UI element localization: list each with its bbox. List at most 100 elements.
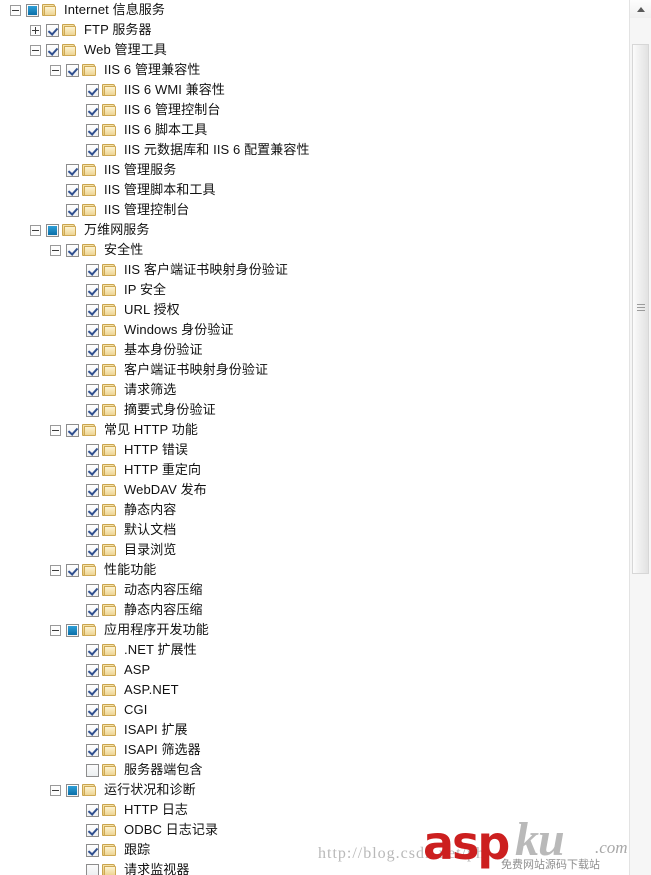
- tree-node[interactable]: 摘要式身份验证: [0, 400, 629, 420]
- tree-node[interactable]: ASP: [0, 660, 629, 680]
- tree-node[interactable]: ASP.NET: [0, 680, 629, 700]
- tree-node[interactable]: HTTP 日志: [0, 800, 629, 820]
- tree-node[interactable]: IIS 6 WMI 兼容性: [0, 80, 629, 100]
- checkbox-checked[interactable]: [86, 263, 99, 277]
- checkbox-checked[interactable]: [66, 203, 79, 217]
- tree-node[interactable]: IP 安全: [0, 280, 629, 300]
- checkbox-checked[interactable]: [86, 403, 99, 417]
- tree-node[interactable]: 请求筛选: [0, 380, 629, 400]
- tree-node[interactable]: IIS 6 管理兼容性: [0, 60, 629, 80]
- windows-features-tree-panel[interactable]: Internet 信息服务 FTP 服务器 Web 管理工具 IIS 6 管理兼容性 I…: [0, 0, 629, 875]
- checkbox-checked[interactable]: [86, 483, 99, 497]
- tree-node[interactable]: 常见 HTTP 功能: [0, 420, 629, 440]
- scrollbar-track[interactable]: [630, 18, 651, 875]
- checkbox-checked[interactable]: [86, 583, 99, 597]
- checkbox-checked[interactable]: [66, 183, 79, 197]
- tree-node[interactable]: 动态内容压缩: [0, 580, 629, 600]
- checkbox-unchecked[interactable]: [86, 763, 99, 777]
- tree-node[interactable]: HTTP 错误: [0, 440, 629, 460]
- checkbox-checked[interactable]: [66, 163, 79, 177]
- checkbox-checked[interactable]: [86, 283, 99, 297]
- tree-node[interactable]: 安全性: [0, 240, 629, 260]
- expand-toggle-icon[interactable]: [30, 24, 41, 36]
- checkbox-checked[interactable]: [86, 643, 99, 657]
- tree-node[interactable]: 服务器端包含: [0, 760, 629, 780]
- checkbox-partial[interactable]: [46, 223, 59, 237]
- checkbox-checked[interactable]: [86, 543, 99, 557]
- tree-node[interactable]: 目录浏览: [0, 540, 629, 560]
- tree-node[interactable]: 跟踪: [0, 840, 629, 860]
- checkbox-partial[interactable]: [66, 623, 79, 637]
- tree-node[interactable]: IIS 管理控制台: [0, 200, 629, 220]
- checkbox-checked[interactable]: [86, 743, 99, 757]
- checkbox-checked[interactable]: [66, 423, 79, 437]
- checkbox-checked[interactable]: [86, 323, 99, 337]
- tree-node[interactable]: Internet 信息服务: [0, 0, 629, 20]
- checkbox-checked[interactable]: [86, 123, 99, 137]
- collapse-toggle-icon[interactable]: [30, 44, 41, 56]
- collapse-toggle-icon[interactable]: [50, 64, 61, 76]
- checkbox-partial[interactable]: [26, 3, 39, 17]
- tree-node[interactable]: 基本身份验证: [0, 340, 629, 360]
- collapse-toggle-icon[interactable]: [10, 4, 21, 16]
- checkbox-checked[interactable]: [66, 563, 79, 577]
- checkbox-checked[interactable]: [86, 463, 99, 477]
- tree-node[interactable]: 静态内容压缩: [0, 600, 629, 620]
- tree-node[interactable]: 性能功能: [0, 560, 629, 580]
- checkbox-checked[interactable]: [86, 523, 99, 537]
- checkbox-unchecked[interactable]: [86, 863, 99, 875]
- tree-node[interactable]: 请求监视器: [0, 860, 629, 875]
- tree-node[interactable]: 客户端证书映射身份验证: [0, 360, 629, 380]
- checkbox-checked[interactable]: [86, 503, 99, 517]
- tree-node[interactable]: FTP 服务器: [0, 20, 629, 40]
- tree-node[interactable]: 默认文档: [0, 520, 629, 540]
- checkbox-checked[interactable]: [46, 23, 59, 37]
- tree-node[interactable]: 应用程序开发功能: [0, 620, 629, 640]
- checkbox-checked[interactable]: [86, 83, 99, 97]
- tree-node[interactable]: URL 授权: [0, 300, 629, 320]
- tree-node[interactable]: 运行状况和诊断: [0, 780, 629, 800]
- scroll-up-button[interactable]: [630, 0, 651, 18]
- checkbox-checked[interactable]: [86, 383, 99, 397]
- collapse-toggle-icon[interactable]: [50, 784, 61, 796]
- tree-node[interactable]: HTTP 重定向: [0, 460, 629, 480]
- checkbox-checked[interactable]: [86, 723, 99, 737]
- checkbox-checked[interactable]: [66, 63, 79, 77]
- checkbox-checked[interactable]: [86, 843, 99, 857]
- tree-node[interactable]: ODBC 日志记录: [0, 820, 629, 840]
- tree-node[interactable]: IIS 客户端证书映射身份验证: [0, 260, 629, 280]
- collapse-toggle-icon[interactable]: [50, 564, 61, 576]
- checkbox-checked[interactable]: [86, 803, 99, 817]
- checkbox-checked[interactable]: [86, 443, 99, 457]
- checkbox-partial[interactable]: [66, 783, 79, 797]
- checkbox-checked[interactable]: [86, 823, 99, 837]
- checkbox-checked[interactable]: [66, 243, 79, 257]
- tree-node[interactable]: .NET 扩展性: [0, 640, 629, 660]
- tree-node[interactable]: Web 管理工具: [0, 40, 629, 60]
- checkbox-checked[interactable]: [86, 143, 99, 157]
- checkbox-checked[interactable]: [86, 303, 99, 317]
- checkbox-checked[interactable]: [86, 703, 99, 717]
- vertical-scrollbar[interactable]: [629, 0, 651, 875]
- tree-node[interactable]: IIS 管理脚本和工具: [0, 180, 629, 200]
- tree-node[interactable]: WebDAV 发布: [0, 480, 629, 500]
- tree-node[interactable]: IIS 6 管理控制台: [0, 100, 629, 120]
- scrollbar-thumb[interactable]: [632, 44, 649, 574]
- checkbox-checked[interactable]: [86, 683, 99, 697]
- checkbox-checked[interactable]: [86, 603, 99, 617]
- checkbox-checked[interactable]: [86, 663, 99, 677]
- tree-node[interactable]: ISAPI 扩展: [0, 720, 629, 740]
- checkbox-checked[interactable]: [86, 363, 99, 377]
- tree-node[interactable]: Windows 身份验证: [0, 320, 629, 340]
- tree-node[interactable]: 静态内容: [0, 500, 629, 520]
- checkbox-checked[interactable]: [86, 103, 99, 117]
- collapse-toggle-icon[interactable]: [50, 244, 61, 256]
- checkbox-checked[interactable]: [46, 43, 59, 57]
- tree-node[interactable]: IIS 管理服务: [0, 160, 629, 180]
- tree-node[interactable]: 万维网服务: [0, 220, 629, 240]
- collapse-toggle-icon[interactable]: [50, 624, 61, 636]
- collapse-toggle-icon[interactable]: [30, 224, 41, 236]
- checkbox-checked[interactable]: [86, 343, 99, 357]
- collapse-toggle-icon[interactable]: [50, 424, 61, 436]
- tree-node[interactable]: IIS 元数据库和 IIS 6 配置兼容性: [0, 140, 629, 160]
